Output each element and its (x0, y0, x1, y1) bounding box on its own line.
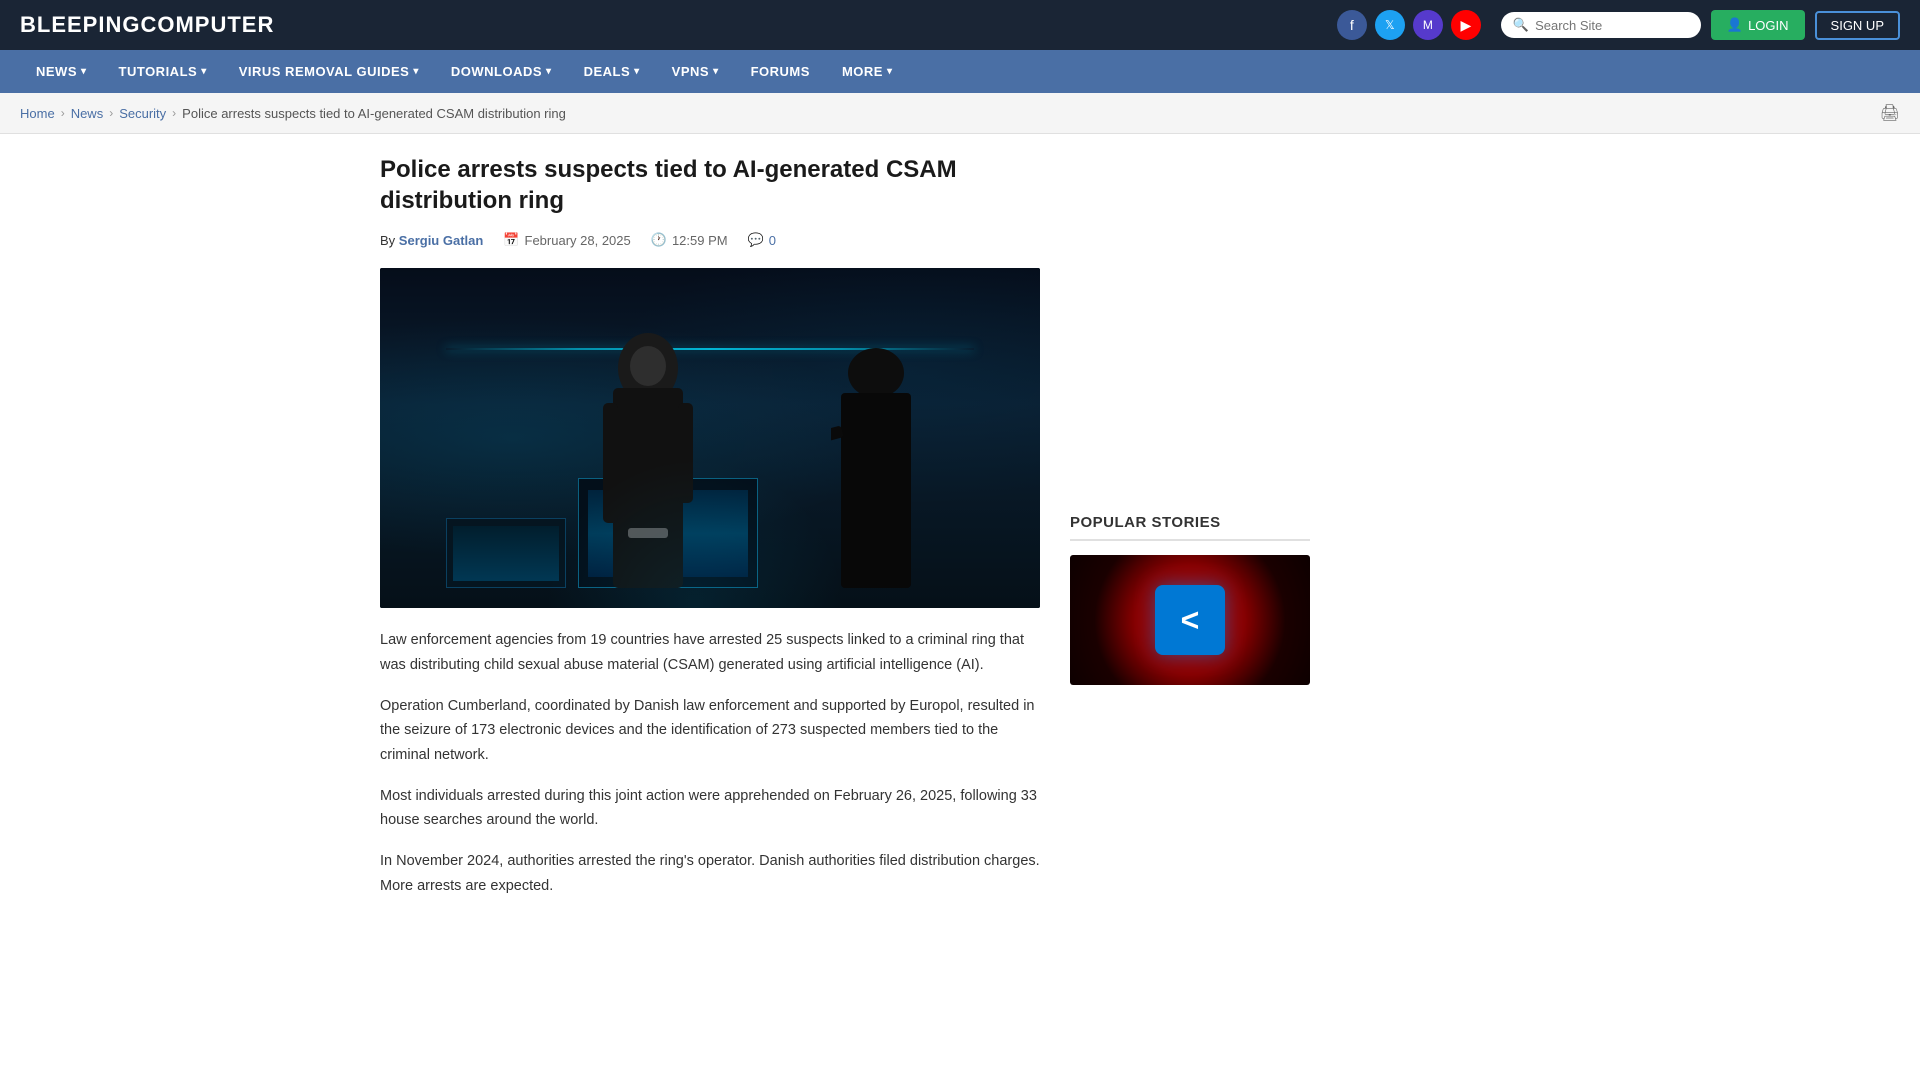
article-hero-image (380, 268, 1040, 608)
clock-icon: 🕐 (651, 232, 667, 248)
nav-forums-label: FORUMS (751, 64, 810, 79)
popular-stories-title: POPULAR STORIES (1070, 514, 1310, 541)
main-container: Police arrests suspects tied to AI-gener… (360, 134, 1560, 934)
separator-3: › (172, 106, 176, 120)
vscode-logo: < (1155, 585, 1225, 655)
article: Police arrests suspects tied to AI-gener… (380, 154, 1040, 914)
header-right: f 𝕏 M ▶ 🔍 👤 LOGIN SIGN UP (1337, 10, 1900, 40)
signup-button[interactable]: SIGN UP (1815, 11, 1900, 40)
nav-more-arrow: ▾ (887, 66, 893, 77)
nav-tutorials-label: TUTORIALS (119, 64, 198, 79)
article-date: 📅 February 28, 2025 (503, 232, 630, 248)
monitor-glow (545, 458, 845, 608)
login-button[interactable]: 👤 LOGIN (1711, 10, 1805, 40)
comment-count: 0 (769, 233, 776, 248)
article-paragraph-1: Law enforcement agencies from 19 countri… (380, 628, 1040, 677)
breadcrumb-bar: Home › News › Security › Police arrests … (0, 93, 1920, 134)
nav-deals-arrow: ▾ (634, 66, 640, 77)
image-scene (380, 268, 1040, 608)
nav-tutorials-arrow: ▾ (201, 66, 207, 77)
social-icons: f 𝕏 M ▶ (1337, 10, 1481, 40)
breadcrumb: Home › News › Security › Police arrests … (20, 106, 566, 121)
breadcrumb-security[interactable]: Security (119, 106, 166, 121)
time-text: 12:59 PM (672, 233, 728, 248)
logo-suffix: COMPUTER (140, 12, 274, 37)
site-logo[interactable]: BLEEPINGCOMPUTER (20, 12, 274, 38)
mastodon-icon[interactable]: M (1413, 10, 1443, 40)
article-title: Police arrests suspects tied to AI-gener… (380, 154, 1040, 216)
nav-deals[interactable]: DEALS ▾ (568, 50, 656, 93)
search-input[interactable] (1535, 18, 1689, 33)
search-icon: 🔍 (1513, 17, 1529, 33)
nav-downloads[interactable]: DOWNLOADS ▾ (435, 50, 568, 93)
nav-tutorials[interactable]: TUTORIALS ▾ (103, 50, 223, 93)
author-prefix: By (380, 233, 395, 248)
twitter-icon[interactable]: 𝕏 (1375, 10, 1405, 40)
nav-virus-removal[interactable]: VIRUS REMOVAL GUIDES ▾ (223, 50, 435, 93)
nav-news[interactable]: NEWS ▾ (20, 50, 103, 93)
youtube-icon[interactable]: ▶ (1451, 10, 1481, 40)
calendar-icon: 📅 (503, 232, 519, 248)
breadcrumb-home[interactable]: Home (20, 106, 55, 121)
nav-vpns-arrow: ▾ (713, 66, 719, 77)
nav-more-label: MORE (842, 64, 883, 79)
separator-2: › (109, 106, 113, 120)
search-bar: 🔍 (1501, 12, 1701, 38)
popular-story-image[interactable]: < (1070, 555, 1310, 685)
article-time: 🕐 12:59 PM (651, 232, 728, 248)
nav-downloads-label: DOWNLOADS (451, 64, 542, 79)
facebook-icon[interactable]: f (1337, 10, 1367, 40)
nav-virus-arrow: ▾ (413, 66, 419, 77)
author-link[interactable]: Sergiu Gatlan (399, 233, 484, 248)
article-paragraph-2: Operation Cumberland, coordinated by Dan… (380, 694, 1040, 768)
nav-downloads-arrow: ▾ (546, 66, 552, 77)
main-nav: NEWS ▾ TUTORIALS ▾ VIRUS REMOVAL GUIDES … (0, 50, 1920, 93)
article-body: Law enforcement agencies from 19 countri… (380, 628, 1040, 898)
breadcrumb-current: Police arrests suspects tied to AI-gener… (182, 106, 566, 121)
article-comments[interactable]: 💬 0 (748, 232, 776, 248)
nav-virus-label: VIRUS REMOVAL GUIDES (239, 64, 410, 79)
date-text: February 28, 2025 (525, 233, 631, 248)
popular-stories: POPULAR STORIES < (1070, 514, 1310, 685)
separator-1: › (61, 106, 65, 120)
nav-deals-label: DEALS (584, 64, 631, 79)
nav-vpns[interactable]: VPNS ▾ (656, 50, 735, 93)
print-icon[interactable]: 🖨 (1880, 103, 1900, 123)
nav-more[interactable]: MORE ▾ (826, 50, 909, 93)
nav-forums[interactable]: FORUMS (735, 50, 826, 93)
article-meta: By Sergiu Gatlan 📅 February 28, 2025 🕐 1… (380, 232, 1040, 248)
sidebar: POPULAR STORIES < (1070, 154, 1310, 914)
user-icon: 👤 (1727, 17, 1743, 33)
login-label: LOGIN (1748, 18, 1788, 33)
article-author: By Sergiu Gatlan (380, 233, 483, 248)
breadcrumb-news[interactable]: News (71, 106, 104, 121)
sidebar-ad-space (1070, 154, 1310, 494)
nav-vpns-label: VPNS (672, 64, 709, 79)
article-paragraph-3: Most individuals arrested during this jo… (380, 784, 1040, 833)
nav-news-arrow: ▾ (81, 66, 87, 77)
nav-news-label: NEWS (36, 64, 77, 79)
comment-icon: 💬 (748, 232, 764, 248)
site-header: BLEEPINGCOMPUTER f 𝕏 M ▶ 🔍 👤 LOGIN SIGN … (0, 0, 1920, 50)
logo-prefix: BLEEPING (20, 12, 140, 37)
article-paragraph-4: In November 2024, authorities arrested t… (380, 849, 1040, 898)
